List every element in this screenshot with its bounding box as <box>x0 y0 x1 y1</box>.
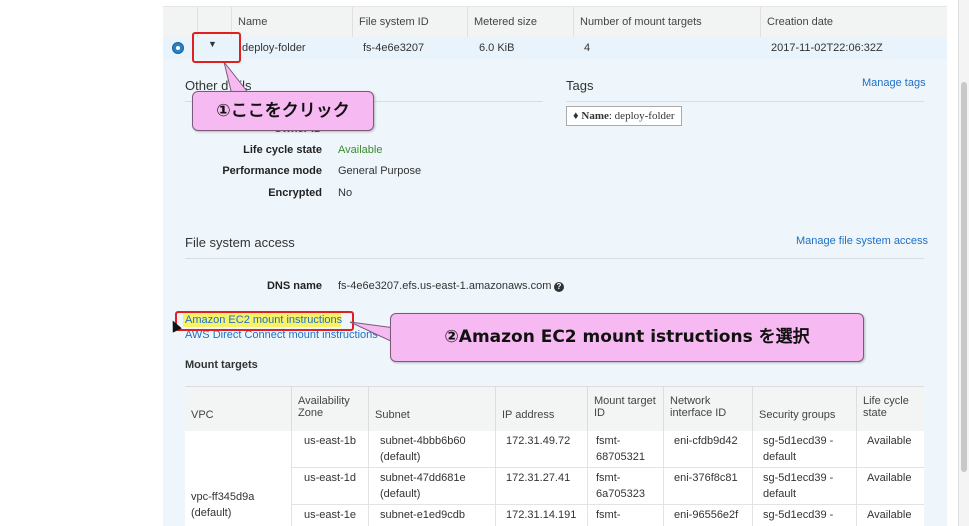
callout-click-here: ①ここをクリック <box>192 91 374 131</box>
annotation-pointers <box>223 61 396 344</box>
callout-select-ec2-instructions: ②Amazon EC2 mount istructions を選択 <box>390 313 864 362</box>
callout-2-pointer <box>349 321 396 344</box>
expand-button-annotation-box <box>192 32 241 63</box>
